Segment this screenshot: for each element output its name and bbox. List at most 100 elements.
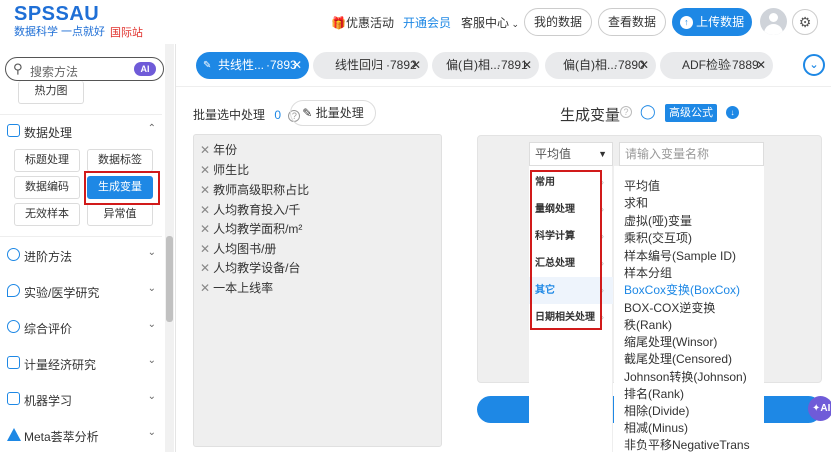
tab-id: ·7889 <box>728 58 759 72</box>
sidebar-section-advanced[interactable]: 进阶方法 ⌄ <box>0 246 162 266</box>
sidebar-scrollbar[interactable] <box>165 44 174 452</box>
ai-badge[interactable]: AI <box>134 62 156 76</box>
chip-invalid-sample[interactable]: 无效样本 <box>14 203 80 226</box>
list-item[interactable]: ✕ 人均教学面积/m² <box>200 220 302 237</box>
batch-process-button[interactable]: ✎ 批量处理 <box>290 100 376 126</box>
sidebar-section-meta[interactable]: Meta荟萃分析 ⌄ <box>0 426 162 446</box>
option-item[interactable]: 样本编号(Sample ID) <box>624 247 736 264</box>
option-item[interactable]: 相除(Divide) <box>624 402 689 419</box>
chip-heatmap[interactable]: 热力图 <box>18 81 84 104</box>
list-icon <box>7 124 20 137</box>
tab-label: 偏(自)相... <box>563 58 617 72</box>
divider <box>0 114 162 115</box>
tab-label: 偏(自)相... <box>446 58 500 72</box>
option-item[interactable]: Johnson转换(Johnson) <box>624 368 747 385</box>
close-icon[interactable]: ✕ <box>411 52 421 79</box>
chevron-down-icon: ⌄ <box>147 427 156 438</box>
triangle-icon <box>7 428 21 441</box>
batch-label: 批量选中处理 0 ? <box>193 106 301 123</box>
option-item[interactable]: 非负平移NegativeTrans <box>624 436 750 453</box>
close-icon[interactable]: ✕ <box>756 52 766 79</box>
option-item[interactable]: 乘积(交互项) <box>624 229 692 246</box>
option-item[interactable]: 虚拟(哑)变量 <box>624 212 692 229</box>
search-placeholder: 搜索方法 <box>30 65 79 79</box>
top-header: SPSSAU 数据科学 一点就好 国际站 🎁优惠活动 开通会员 客服中心 ⌄ 我… <box>0 0 831 44</box>
upload-data-button[interactable]: ↑ 上传数据 <box>672 8 752 36</box>
sidebar-section-evaluation[interactable]: 综合评价 ⌄ <box>0 318 162 338</box>
tab-label: ADF检验 <box>682 58 731 72</box>
option-item[interactable]: BOX-COX逆变换 <box>624 299 715 316</box>
section-label: 进阶方法 <box>24 250 73 264</box>
batch-text: 批量选中处理 <box>193 108 266 122</box>
chevron-down-icon: ⌄ <box>147 283 156 294</box>
chip-icon <box>7 392 20 405</box>
option-item[interactable]: 缩尾处理(Winsor) <box>624 333 717 350</box>
list-item[interactable]: ✕ 师生比 <box>200 161 249 178</box>
bulb-icon[interactable]: ◯ <box>640 103 656 120</box>
section-label: Meta荟萃分析 <box>24 430 99 444</box>
tab-pacf-2[interactable]: 偏(自)相... ·7890 ✕ <box>545 52 656 79</box>
view-data-button[interactable]: 查看数据 <box>598 8 666 36</box>
search-input[interactable]: ⚲ 搜索方法 AI <box>5 57 164 81</box>
section-label: 综合评价 <box>24 322 73 336</box>
brand-slogan: 数据科学 一点就好 <box>14 26 106 38</box>
sidebar-section-ml[interactable]: 机器学习 ⌄ <box>0 390 162 410</box>
heart-icon <box>7 284 20 297</box>
advanced-formula-button[interactable]: 高级公式 <box>665 104 717 122</box>
list-item[interactable]: ✕ 一本上线率 <box>200 279 273 296</box>
chevron-down-icon: ⌄ <box>147 391 156 402</box>
arrow-down-icon[interactable]: ↓ <box>726 106 739 119</box>
chevron-down-icon[interactable]: ⌄ <box>803 54 825 76</box>
promo-link[interactable]: 🎁优惠活动 <box>331 14 394 31</box>
help-icon[interactable]: ? <box>620 106 632 118</box>
sidebar-section-data-processing[interactable]: 数据处理 ⌃ <box>0 122 162 142</box>
tab-pacf-1[interactable]: 偏(自)相... ·7891 ✕ <box>432 52 539 79</box>
close-icon[interactable]: ✕ <box>639 52 649 79</box>
my-data-button[interactable]: 我的数据 <box>524 8 592 36</box>
option-item[interactable]: 平均值 <box>624 177 660 194</box>
option-list: 平均值 求和 虚拟(哑)变量 乘积(交互项) 样本编号(Sample ID) 样… <box>614 166 764 452</box>
section-label: 计量经济研究 <box>24 358 97 372</box>
tab-collinearity[interactable]: ✎ 共线性... ·7893 ✕ <box>196 52 309 79</box>
section-label: 数据处理 <box>24 126 73 140</box>
list-item[interactable]: ✕ 人均教学设备/台 <box>200 259 300 276</box>
option-item[interactable]: 相减(Minus) <box>624 419 688 436</box>
list-item[interactable]: ✕ 人均图书/册 <box>200 240 276 257</box>
list-item[interactable]: ✕ 人均教育投入/千 <box>200 201 300 218</box>
ai-float-button[interactable]: ✦AI <box>808 396 831 421</box>
tab-adf[interactable]: ADF检验 ·7889 ✕ <box>660 52 773 79</box>
option-item[interactable]: 截尾处理(Censored) <box>624 350 732 367</box>
chevron-down-icon: ⌄ <box>509 19 520 29</box>
vip-link[interactable]: 开通会员 <box>403 14 451 31</box>
option-item[interactable]: 排名(Rank) <box>624 385 684 402</box>
section-label: 实验/医学研究 <box>24 286 100 300</box>
gear-icon[interactable]: ⚙ <box>792 9 818 35</box>
batch-count: 0 <box>274 108 282 122</box>
logo[interactable]: SPSSAU 数据科学 一点就好 国际站 <box>14 3 143 39</box>
chip-title-processing[interactable]: 标题处理 <box>14 149 80 172</box>
list-item[interactable]: ✕ 年份 <box>200 141 237 158</box>
sidebar-section-medical[interactable]: 实验/医学研究 ⌄ <box>0 282 162 302</box>
chevron-up-icon: ⌃ <box>147 123 156 134</box>
option-item-selected[interactable]: BoxCox变换(BoxCox) <box>624 281 740 298</box>
variable-name-input[interactable]: 请输入变量名称 <box>619 142 764 166</box>
list-item[interactable]: ✕ 教师高级职称占比 <box>200 181 309 198</box>
chip-outlier[interactable]: 异常值 <box>87 203 153 226</box>
chevron-down-icon: ⌄ <box>147 247 156 258</box>
option-item[interactable]: 求和 <box>624 194 648 211</box>
close-icon[interactable]: ✕ <box>292 52 302 79</box>
intl-site-link[interactable]: 国际站 <box>110 24 170 40</box>
select-value: 平均值 <box>535 147 572 161</box>
sidebar-section-econometrics[interactable]: 计量经济研究 ⌄ <box>0 354 162 374</box>
close-icon[interactable]: ✕ <box>522 52 532 79</box>
chip-data-encoding[interactable]: 数据编码 <box>14 176 80 199</box>
service-center-menu[interactable]: 客服中心 ⌄ <box>461 14 519 31</box>
method-select[interactable]: 平均值 ▼ <box>529 142 613 166</box>
option-item[interactable]: 样本分组 <box>624 264 672 281</box>
brand-name: SPSSAU <box>14 3 100 25</box>
tab-linear-regression[interactable]: 线性回归 ·7892 ✕ <box>313 52 428 79</box>
scrollbar-thumb[interactable] <box>166 236 173 322</box>
chip-data-label[interactable]: 数据标签 <box>87 149 153 172</box>
option-item[interactable]: 秩(Rank) <box>624 316 672 333</box>
avatar[interactable] <box>760 8 787 35</box>
